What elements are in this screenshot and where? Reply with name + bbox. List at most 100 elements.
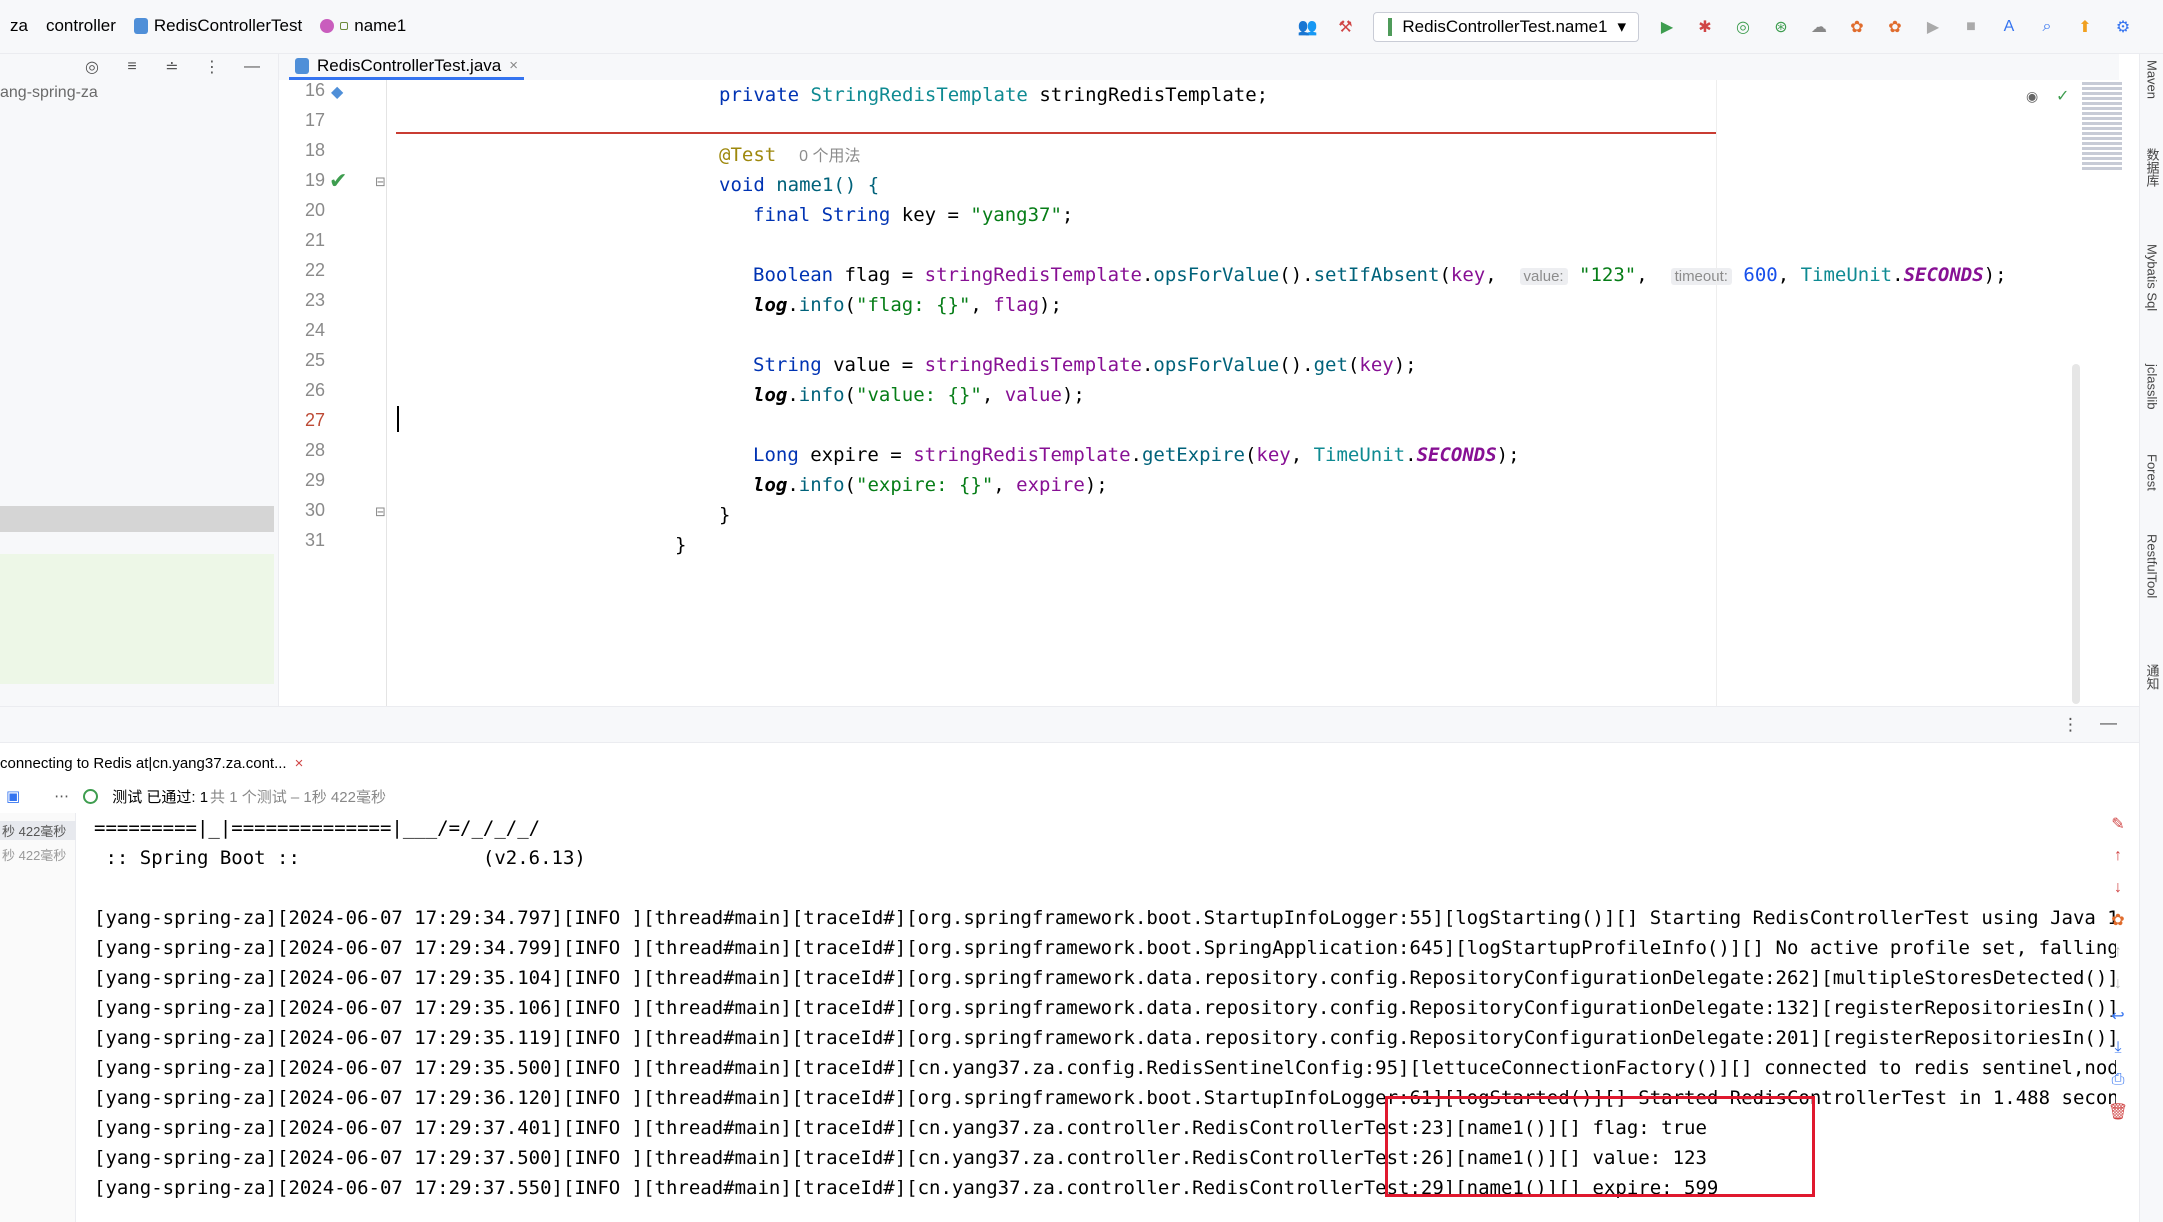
bean-icon[interactable]: ◆: [331, 82, 343, 102]
breadcrumb: za controller RedisControllerTest name1: [10, 16, 406, 36]
run-tab-label: connecting to Redis at|cn.yang37.za.cont…: [0, 754, 287, 772]
close-icon[interactable]: ×: [509, 57, 518, 74]
tool-jclasslib[interactable]: jclasslib: [2140, 364, 2163, 444]
build-hammer-icon[interactable]: ⚒: [1335, 17, 1355, 37]
jrebel-debug-icon[interactable]: ✿: [1885, 17, 1905, 37]
trash-icon[interactable]: 🗑: [2104, 1096, 2132, 1128]
test-tree-item[interactable]: 秒 422毫秒: [0, 821, 76, 840]
editor-scrollbar[interactable]: [2072, 364, 2080, 704]
users-icon[interactable]: 👥: [1297, 17, 1317, 37]
stop-icon[interactable]: ■: [1961, 17, 1981, 37]
code-line-26: log.info("value: {}", value);: [753, 384, 1085, 406]
project-panel: ◎ ≡ ≐ ⋮ — ang-spring-za: [0, 54, 279, 706]
run-icon[interactable]: ▶: [1657, 17, 1677, 37]
breadcrumb-item-controller[interactable]: controller: [46, 16, 116, 36]
profiler-icon[interactable]: ⊛: [1771, 17, 1791, 37]
line-number: 30: [304, 500, 325, 520]
console-line: :: Spring Boot :: (v2.6.13): [94, 847, 586, 869]
method-icon: [320, 19, 335, 33]
print-icon[interactable]: ⎙: [2104, 1064, 2132, 1096]
java-class-icon: [295, 57, 309, 74]
more-options-icon[interactable]: ⋮: [2062, 715, 2079, 735]
run-tab[interactable]: connecting to Redis at|cn.yang37.za.cont…: [0, 747, 303, 779]
tool-database[interactable]: 数据库: [2140, 148, 2163, 208]
usage-hint[interactable]: 0 个用法: [799, 148, 860, 165]
tool-mybatis-sql[interactable]: Mybatis Sql: [2140, 244, 2163, 344]
line-number: 26: [304, 380, 325, 400]
soft-wrap-icon[interactable]: ↩: [2104, 1000, 2132, 1032]
tool-maven[interactable]: Maven: [2140, 60, 2163, 130]
tool-notifications[interactable]: 通知: [2140, 664, 2163, 724]
jrebel-icon[interactable]: ✿: [2104, 904, 2132, 936]
test-passed-icon[interactable]: ✔: [329, 168, 347, 194]
collapse-all-icon[interactable]: ≐: [162, 57, 182, 77]
jrebel-icon[interactable]: ✿: [1847, 17, 1867, 37]
indent-guide: [386, 80, 387, 706]
fold-icon[interactable]: ⊟: [375, 174, 386, 190]
plugin-icon[interactable]: ☁: [1809, 17, 1829, 37]
reader-mode-icon[interactable]: ◉: [2026, 88, 2038, 105]
breadcrumb-item-class[interactable]: RedisControllerTest: [133, 16, 302, 36]
code-editor[interactable]: 16 17 18 19 20 21 22 23 24 25 26 27 28 2…: [279, 80, 2119, 706]
console-line: [yang-spring-za][2024-06-07 17:29:34.797…: [94, 907, 2116, 929]
test-status-row: ▣ ⋯ 测试 已通过: 1 共 1 个测试 – 1秒 422毫秒: [0, 779, 2139, 813]
expand-all-icon[interactable]: ≡: [122, 57, 142, 77]
code-line-31: }: [675, 534, 687, 556]
more-icon[interactable]: ⋯: [54, 787, 69, 805]
line-number: 21: [304, 230, 325, 250]
tool-restfultool[interactable]: RestfulTool: [2140, 534, 2163, 654]
breadcrumb-label: name1: [354, 16, 407, 35]
breadcrumb-item-method[interactable]: name1: [320, 16, 406, 36]
breadcrumb-label: za: [10, 16, 28, 35]
translate-icon[interactable]: A: [1999, 17, 2019, 37]
line-number: 20: [304, 200, 325, 220]
line-number: 17: [304, 110, 325, 130]
code-line-20: final String key = "yang37";: [753, 204, 1074, 226]
locate-icon[interactable]: ◎: [82, 57, 102, 77]
console-line: [yang-spring-za][2024-06-07 17:29:34.799…: [94, 937, 2116, 959]
code-line-30: }: [719, 504, 731, 526]
close-icon[interactable]: ×: [295, 755, 304, 772]
clear-icon[interactable]: ✎: [2104, 808, 2132, 840]
code-area[interactable]: private StringRedisTemplate stringRedisT…: [387, 80, 2007, 706]
debug-icon[interactable]: ✱: [1695, 17, 1715, 37]
code-line-19: void name1() {: [719, 174, 880, 196]
param-hint: timeout:: [1670, 268, 1732, 285]
settings-icon[interactable]: ⚙: [2113, 17, 2133, 37]
project-tree-root[interactable]: ang-spring-za: [0, 84, 98, 102]
fold-icon[interactable]: ⊟: [375, 504, 386, 520]
breadcrumb-item-za[interactable]: za: [10, 16, 28, 36]
resume-icon[interactable]: ▶: [1923, 17, 1943, 37]
code-line-22: Boolean flag = stringRedisTemplate.opsFo…: [753, 264, 2007, 286]
minimize-icon[interactable]: —: [242, 57, 262, 77]
coverage-icon[interactable]: ◎: [1733, 17, 1753, 37]
minimize-icon[interactable]: —: [2100, 713, 2117, 733]
run-configuration-selector[interactable]: RedisControllerTest.name1 ▾: [1373, 12, 1639, 42]
tool-forest[interactable]: Forest: [2140, 454, 2163, 524]
chevron-down-icon: ▾: [1617, 17, 1626, 36]
test-status-detail: 共 1 个测试 – 1秒 422毫秒: [210, 788, 386, 806]
test-tree-item[interactable]: 秒 422毫秒: [0, 845, 76, 864]
scroll-to-end-icon[interactable]: ⤓: [2104, 1032, 2132, 1064]
inspection-ok-icon[interactable]: ✓: [2056, 86, 2069, 106]
search-icon[interactable]: ⌕: [2037, 17, 2057, 37]
line-number: 19: [304, 170, 325, 190]
line-number: 16: [304, 80, 325, 100]
line-number: 24: [304, 320, 325, 340]
editor-tabs: RedisControllerTest.java ×: [279, 54, 2119, 80]
code-line-23: log.info("flag: {}", flag);: [753, 294, 1062, 316]
arrow-down-icon[interactable]: ↓: [2104, 872, 2132, 904]
navigation-bar: za controller RedisControllerTest name1 …: [0, 0, 2163, 54]
update-icon[interactable]: ⬆: [2075, 17, 2095, 37]
editor-minimap[interactable]: [2082, 80, 2122, 220]
param-hint: value:: [1519, 268, 1568, 285]
scroll-down-icon[interactable]: ↓: [2104, 968, 2132, 1000]
more-options-icon[interactable]: ⋮: [202, 57, 222, 77]
test-file-icon[interactable]: ▣: [6, 787, 20, 805]
arrow-up-icon[interactable]: ↑: [2104, 840, 2132, 872]
tab-redis-controller-test[interactable]: RedisControllerTest.java ×: [289, 54, 525, 80]
scroll-up-icon[interactable]: ↑: [2104, 936, 2132, 968]
line-number: 25: [304, 350, 325, 370]
right-margin-guide: [1716, 80, 1717, 706]
selected-tree-row[interactable]: [0, 506, 274, 532]
